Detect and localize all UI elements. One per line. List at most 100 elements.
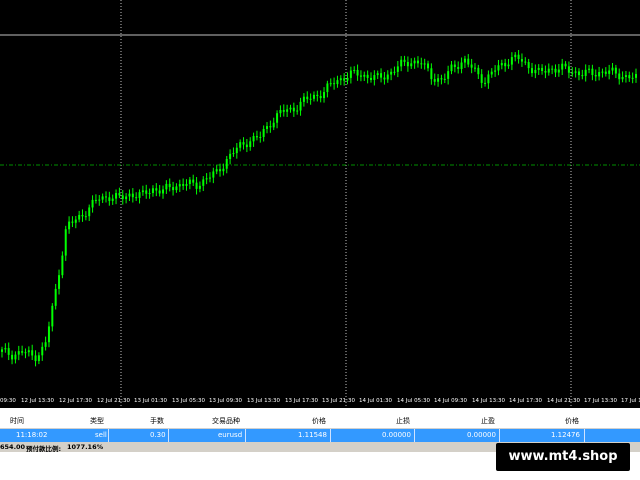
candle <box>554 64 557 78</box>
candle <box>312 91 315 102</box>
candle <box>316 90 319 102</box>
candle <box>11 350 14 365</box>
candle <box>104 191 107 203</box>
candle <box>390 68 393 81</box>
candle <box>430 63 433 85</box>
candle <box>135 192 138 201</box>
candle <box>517 50 520 64</box>
x-tick-label: 12 Jul 17:30 <box>59 398 92 404</box>
candle <box>376 70 379 80</box>
candle <box>91 195 94 213</box>
candle <box>115 189 118 205</box>
candle <box>299 97 302 116</box>
candle <box>343 73 346 86</box>
candle <box>631 72 634 84</box>
candle <box>7 342 10 361</box>
candle <box>245 138 248 153</box>
candle <box>225 155 228 174</box>
candle <box>588 65 591 74</box>
order-row[interactable]: 11:18:02 sell 0.30 eurusd 1.11548 0.0000… <box>0 429 640 442</box>
candle <box>1 346 3 358</box>
candle <box>591 64 594 81</box>
candle <box>155 183 158 197</box>
candle <box>369 72 372 83</box>
candle <box>416 56 419 68</box>
candle <box>400 56 403 72</box>
candle <box>158 185 161 197</box>
x-tick-label: 14 Jul 05:30 <box>397 398 430 404</box>
candle <box>319 90 322 103</box>
order-type: sell <box>95 431 107 439</box>
candle <box>473 63 476 72</box>
candle <box>111 194 114 205</box>
candle <box>252 132 255 147</box>
candle <box>440 74 443 85</box>
candle <box>108 191 111 206</box>
price-chart[interactable]: 09:30 12 Jul 13:30 12 Jul 17:30 12 Jul 21:3… <box>0 0 640 408</box>
header-type[interactable]: 类型 <box>90 416 104 426</box>
candle <box>333 77 336 90</box>
candle <box>363 71 366 81</box>
candle <box>286 104 289 117</box>
x-tick-label: 14 Jul 13:30 <box>472 398 505 404</box>
candle <box>541 64 544 75</box>
candle <box>289 104 292 113</box>
header-current-price[interactable]: 价格 <box>565 416 579 426</box>
header-take-profit[interactable]: 止盈 <box>481 416 495 426</box>
watermark-logo: www.mt4.shop <box>496 443 630 471</box>
candle <box>427 60 430 72</box>
candle <box>349 66 352 84</box>
header-symbol[interactable]: 交易品种 <box>212 416 240 426</box>
order-take-profit: 0.00000 <box>467 431 496 439</box>
header-price[interactable]: 价格 <box>312 416 326 426</box>
candle <box>504 58 507 72</box>
candle <box>188 176 191 190</box>
candle <box>64 225 67 261</box>
candle <box>497 59 500 76</box>
candle <box>467 54 470 68</box>
candle <box>151 185 154 197</box>
candle <box>544 65 547 79</box>
x-tick-label: 13 Jul 01:30 <box>134 398 167 404</box>
x-tick-label: 17 Jul 17:30 <box>621 398 640 404</box>
candle <box>460 57 463 74</box>
candle <box>31 344 34 360</box>
candle <box>598 66 601 81</box>
candle <box>614 64 617 79</box>
candle <box>410 58 413 69</box>
candle <box>27 346 30 357</box>
candle <box>276 110 279 129</box>
header-time[interactable]: 时间 <box>10 416 24 426</box>
chart-canvas[interactable] <box>0 0 640 408</box>
x-tick-label: 14 Jul 09:30 <box>434 398 467 404</box>
x-tick-label: 12 Jul 21:30 <box>97 398 130 404</box>
candle <box>537 64 540 75</box>
candle <box>162 185 165 199</box>
order-symbol: eurusd <box>218 431 243 439</box>
margin-level-value: 1077.16% <box>67 443 104 451</box>
candle <box>547 63 550 76</box>
candle <box>309 93 312 105</box>
candle <box>165 180 168 194</box>
header-lots[interactable]: 手数 <box>150 416 164 426</box>
candle <box>507 59 510 69</box>
candle <box>490 68 493 78</box>
candle <box>37 352 40 365</box>
candle <box>323 87 326 103</box>
header-stop-loss[interactable]: 止损 <box>396 416 410 426</box>
candle <box>282 104 285 117</box>
candle <box>531 62 534 77</box>
candle <box>380 68 383 83</box>
x-tick-label: 13 Jul 17:30 <box>285 398 318 404</box>
candle <box>195 177 198 195</box>
candle <box>551 65 554 75</box>
candle <box>121 190 124 205</box>
candle <box>604 67 607 77</box>
candle <box>202 176 205 192</box>
x-tick-label: 14 Jul 01:30 <box>359 398 392 404</box>
candle <box>386 70 389 83</box>
candle <box>68 216 71 234</box>
candle <box>239 139 242 152</box>
candle <box>17 345 20 361</box>
candle <box>279 105 282 118</box>
